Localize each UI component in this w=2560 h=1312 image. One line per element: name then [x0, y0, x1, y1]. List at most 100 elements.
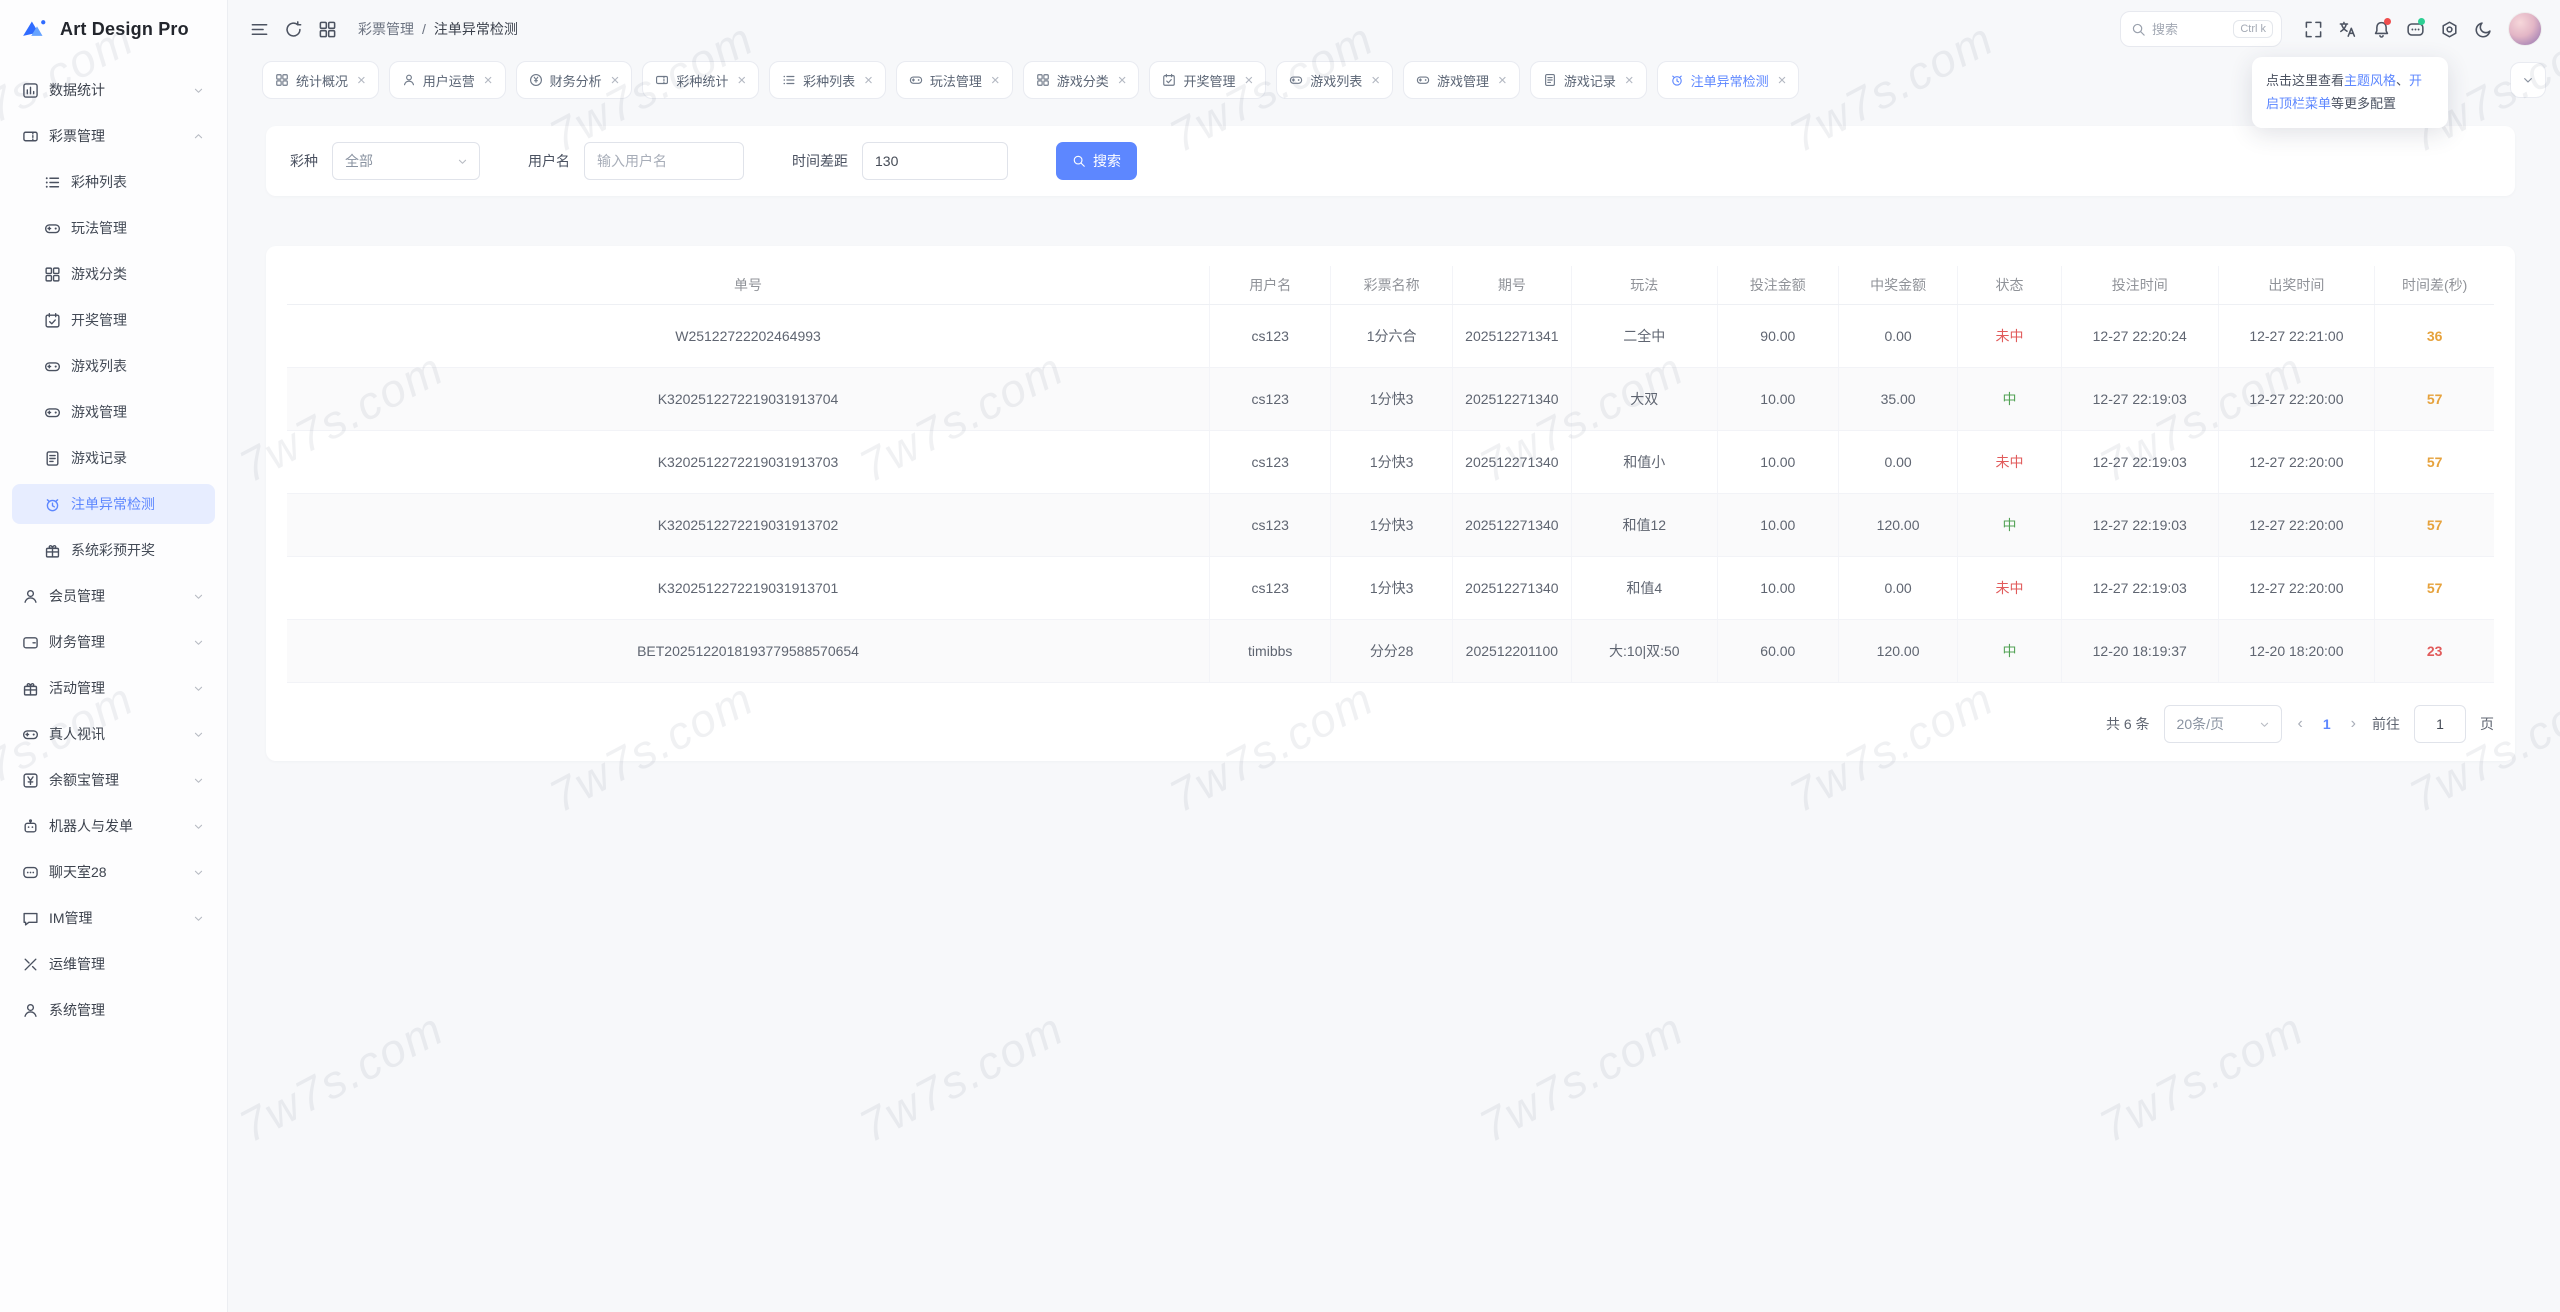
- close-icon[interactable]: ×: [484, 73, 493, 88]
- sidebar-item-7[interactable]: 余额宝管理: [12, 760, 215, 800]
- avatar[interactable]: [2508, 12, 2542, 46]
- chevron-down-icon: [2521, 73, 2535, 87]
- theme-style-link[interactable]: 主题风格: [2344, 73, 2396, 88]
- apps-button[interactable]: [310, 12, 344, 46]
- tab-9[interactable]: 游戏列表×: [1276, 61, 1393, 99]
- sidebar-item-9[interactable]: 聊天室28: [12, 852, 215, 892]
- tab-label: 注单异常检测: [1691, 71, 1769, 90]
- tab-2[interactable]: 用户运营×: [389, 61, 506, 99]
- col-header-6: 投注金额: [1717, 266, 1838, 305]
- close-icon[interactable]: ×: [864, 73, 873, 88]
- file-icon: [1543, 73, 1557, 87]
- tab-8[interactable]: 开奖管理 ×: [1149, 61, 1266, 99]
- sidebar-item-8[interactable]: 机器人与发单: [12, 806, 215, 846]
- refresh-button[interactable]: [276, 12, 310, 46]
- sidebar-subitem-4[interactable]: 开奖管理: [12, 300, 215, 340]
- gamepad-icon: [909, 73, 923, 87]
- close-icon[interactable]: ×: [1778, 73, 1787, 88]
- gift-icon: [22, 680, 39, 697]
- collapse-menu-button[interactable]: [242, 12, 276, 46]
- tab-4[interactable]: 彩种统计×: [642, 61, 759, 99]
- close-icon[interactable]: ×: [737, 73, 746, 88]
- tab-7[interactable]: 游戏分类×: [1023, 61, 1140, 99]
- sidebar-subitem-1[interactable]: 彩种列表: [12, 162, 215, 202]
- tab-5[interactable]: 彩种列表×: [769, 61, 886, 99]
- messages-button[interactable]: [2398, 12, 2432, 46]
- sidebar-item-5[interactable]: 活动管理: [12, 668, 215, 708]
- close-icon[interactable]: ×: [991, 73, 1000, 88]
- list-icon: [44, 174, 61, 191]
- close-icon[interactable]: ×: [1118, 73, 1127, 88]
- col-header-4: 期号: [1452, 266, 1571, 305]
- tab-options-button[interactable]: [2510, 62, 2546, 98]
- dark-mode-button[interactable]: [2466, 12, 2500, 46]
- cell-issue: 202512271340: [1452, 368, 1571, 431]
- language-button[interactable]: [2330, 12, 2364, 46]
- username-input[interactable]: [584, 142, 744, 180]
- sidebar-item-10[interactable]: IM管理: [12, 898, 215, 938]
- current-page[interactable]: 1: [2319, 716, 2335, 732]
- sidebar-item-11[interactable]: 运维管理: [12, 944, 215, 984]
- cell-gap: 57: [2375, 368, 2494, 431]
- close-icon[interactable]: ×: [611, 73, 620, 88]
- tab-1[interactable]: 统计概况×: [262, 61, 379, 99]
- cell-win: 0.00: [1839, 557, 1958, 620]
- tab-12[interactable]: 注单异常检测 ×: [1657, 61, 1800, 99]
- chevron-down-icon: [456, 155, 469, 168]
- next-page-button[interactable]: ›: [2349, 715, 2358, 733]
- cell-order-no: W25122722202464993: [287, 305, 1210, 368]
- close-icon[interactable]: ×: [1625, 73, 1634, 88]
- cell-username: cs123: [1210, 305, 1331, 368]
- breadcrumb-parent[interactable]: 彩票管理: [358, 19, 414, 39]
- close-icon[interactable]: ×: [1498, 73, 1507, 88]
- cell-draw-time: 12-27 22:20:00: [2218, 368, 2375, 431]
- sidebar-subitem-9-label: 系统彩预开奖: [71, 540, 205, 560]
- goto-page-input[interactable]: [2414, 705, 2466, 743]
- page-size-select[interactable]: 20条/页: [2164, 705, 2282, 743]
- tab-10[interactable]: 游戏管理×: [1403, 61, 1520, 99]
- app-title: Art Design Pro: [60, 19, 189, 40]
- sidebar-subitem-8[interactable]: 注单异常检测: [12, 484, 215, 524]
- tab-label: 开奖管理: [1183, 71, 1235, 90]
- topbar: 彩票管理 / 注单异常检测 Ctrl k: [228, 0, 2560, 58]
- sidebar-item-1[interactable]: 数据统计: [12, 70, 215, 110]
- close-icon[interactable]: ×: [1244, 73, 1253, 88]
- sidebar-subitem-6[interactable]: 游戏管理: [12, 392, 215, 432]
- prev-page-button[interactable]: ‹: [2296, 715, 2305, 733]
- chevron-down-icon: [192, 590, 205, 603]
- ticket-icon: [655, 73, 669, 87]
- sidebar-subitem-2-label: 玩法管理: [71, 218, 205, 238]
- tab-11[interactable]: 游戏记录×: [1530, 61, 1647, 99]
- global-search[interactable]: Ctrl k: [2120, 11, 2282, 47]
- sidebar-item-2[interactable]: 彩票管理: [12, 116, 215, 156]
- file-icon: [44, 450, 61, 467]
- sidebar-subitem-2[interactable]: 玩法管理: [12, 208, 215, 248]
- sidebar-item-3[interactable]: 会员管理: [12, 576, 215, 616]
- sidebar-subitem-9[interactable]: 系统彩预开奖: [12, 530, 215, 570]
- search-button[interactable]: 搜索: [1056, 142, 1137, 180]
- timegap-input[interactable]: [862, 142, 1008, 180]
- tab-6[interactable]: 玩法管理×: [896, 61, 1013, 99]
- col-header-11: 时间差(秒): [2375, 266, 2494, 305]
- settings-button[interactable]: [2432, 12, 2466, 46]
- tab-3[interactable]: 财务分析×: [516, 61, 633, 99]
- close-icon[interactable]: ×: [1371, 73, 1380, 88]
- sidebar-item-12[interactable]: 系统管理: [12, 990, 215, 1030]
- sidebar-subitem-3[interactable]: 游戏分类: [12, 254, 215, 294]
- sidebar-item-6[interactable]: 真人视讯: [12, 714, 215, 754]
- cell-order-no: K3202512272219031913703: [287, 431, 1210, 494]
- cell-draw-time: 12-27 22:21:00: [2218, 305, 2375, 368]
- sidebar-subitem-7[interactable]: 游戏记录: [12, 438, 215, 478]
- notifications-button[interactable]: [2364, 12, 2398, 46]
- search-input[interactable]: [2152, 22, 2233, 37]
- fullscreen-button[interactable]: [2296, 12, 2330, 46]
- tooltip-text: 点击这里查看: [2266, 73, 2344, 88]
- yen-circle-icon: [529, 73, 543, 87]
- sidebar-subitem-5[interactable]: 游戏列表: [12, 346, 215, 386]
- sidebar-item-4[interactable]: 财务管理: [12, 622, 215, 662]
- close-icon[interactable]: ×: [357, 73, 366, 88]
- lottery-select[interactable]: 全部: [332, 142, 480, 180]
- page-size-value: 20条/页: [2177, 714, 2224, 734]
- cell-order-no: BET2025122018193779588570654: [287, 620, 1210, 683]
- chevron-down-icon: [192, 728, 205, 741]
